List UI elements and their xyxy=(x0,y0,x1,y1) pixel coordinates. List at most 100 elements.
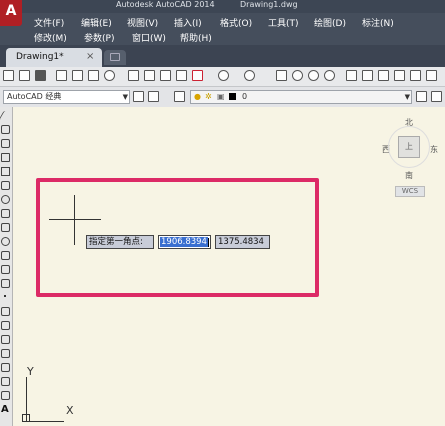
polygon-icon[interactable] xyxy=(1,153,10,162)
menu-insert[interactable]: 插入(I) xyxy=(174,16,202,29)
menu-edit[interactable]: 编辑(E) xyxy=(81,16,112,29)
rectangle-icon[interactable] xyxy=(1,167,10,176)
make-block-icon[interactable] xyxy=(1,279,10,288)
file-name: Drawing1.dwg xyxy=(240,0,298,9)
workspace-layers-toolbar: AutoCAD 经典 ▼ ● ✲ ▣ 0 ▼ xyxy=(0,87,445,108)
workspace-settings-icon[interactable] xyxy=(133,91,144,102)
open-file-icon[interactable] xyxy=(19,70,30,81)
gradient-icon[interactable] xyxy=(1,321,10,330)
sun-icon: ✲ xyxy=(205,92,212,101)
workspace-value: AutoCAD 经典 xyxy=(7,92,62,101)
standard-toolbar xyxy=(0,67,445,87)
menu-dimension[interactable]: 标注(N) xyxy=(362,16,394,29)
layer-manager-icon[interactable] xyxy=(174,91,185,102)
pan-icon[interactable] xyxy=(276,70,287,81)
sheet-set-icon[interactable] xyxy=(394,70,405,81)
save-icon[interactable] xyxy=(35,70,46,81)
chevron-down-icon: ▼ xyxy=(122,93,128,101)
menu-modify[interactable]: 修改(M) xyxy=(34,31,67,44)
table-icon[interactable] xyxy=(1,363,10,372)
menu-file[interactable]: 文件(F) xyxy=(34,16,64,29)
print-icon[interactable] xyxy=(56,70,67,81)
match-properties-icon[interactable] xyxy=(192,70,203,81)
cut-icon[interactable] xyxy=(128,70,139,81)
crosshair-cursor-vertical xyxy=(74,195,75,245)
layer-previous-icon[interactable] xyxy=(431,91,442,102)
ucs-y-label: Y xyxy=(27,365,34,378)
calculator-icon[interactable] xyxy=(426,70,437,81)
multiline-text-icon[interactable]: A xyxy=(1,405,10,415)
polyline-icon[interactable] xyxy=(1,139,10,148)
crosshair-cursor-horizontal xyxy=(49,219,101,220)
insert-block-icon[interactable] xyxy=(1,265,10,274)
publish-icon[interactable] xyxy=(88,70,99,81)
zoom-window-icon[interactable] xyxy=(308,70,319,81)
arc-icon[interactable] xyxy=(1,181,10,190)
ucs-x-axis xyxy=(26,421,64,422)
tab-drawing1[interactable]: Drawing1* × xyxy=(6,48,102,67)
point-icon[interactable] xyxy=(1,293,10,302)
ellipse-icon[interactable] xyxy=(1,237,10,246)
copy-icon[interactable] xyxy=(144,70,155,81)
new-drawing-icon xyxy=(110,53,120,61)
dynamic-input-x[interactable]: 1906.8394 xyxy=(158,235,211,249)
ucs-origin-icon xyxy=(22,414,30,422)
menu-help[interactable]: 帮助(H) xyxy=(180,31,212,44)
tool-palettes-icon[interactable] xyxy=(378,70,389,81)
lock-icon: ▣ xyxy=(217,92,225,101)
menu-window[interactable]: 窗口(W) xyxy=(132,31,166,44)
revision-cloud-icon[interactable] xyxy=(1,209,10,218)
properties-icon[interactable] xyxy=(346,70,357,81)
construction-line-icon[interactable] xyxy=(1,125,10,134)
markup-icon[interactable] xyxy=(410,70,421,81)
hatch-icon[interactable] xyxy=(1,307,10,316)
tab-close-icon[interactable]: × xyxy=(86,51,94,62)
spline-icon[interactable] xyxy=(1,223,10,232)
ellipse-arc-icon[interactable] xyxy=(1,251,10,260)
layer-value: 0 xyxy=(242,92,248,101)
region-icon[interactable] xyxy=(1,335,10,344)
design-center-icon[interactable] xyxy=(362,70,373,81)
wcs-menu[interactable]: WCS xyxy=(395,186,425,197)
customize-icon[interactable] xyxy=(148,91,159,102)
new-file-icon[interactable] xyxy=(3,70,14,81)
line-icon[interactable] xyxy=(0,111,13,120)
app-title: Autodesk AutoCAD 2014 xyxy=(116,0,215,9)
undo-icon[interactable] xyxy=(218,70,229,81)
paste-icon[interactable] xyxy=(160,70,171,81)
menu-draw[interactable]: 绘图(D) xyxy=(314,16,346,29)
wipeout-icon[interactable] xyxy=(1,349,10,358)
ucs-x-label: X xyxy=(66,404,74,417)
3d-dwf-icon[interactable] xyxy=(104,70,115,81)
bulb-icon: ● xyxy=(194,92,201,101)
viewcube-south[interactable]: 南 xyxy=(405,170,413,181)
layer-dropdown[interactable]: ● ✲ ▣ 0 ▼ xyxy=(190,90,412,104)
print-preview-icon[interactable] xyxy=(72,70,83,81)
text-caret xyxy=(208,238,209,247)
menu-bar: 文件(F) 编辑(E) 视图(V) 插入(I) 格式(O) 工具(T) 绘图(D… xyxy=(0,13,445,45)
zoom-previous-icon[interactable] xyxy=(324,70,335,81)
app-logo-icon[interactable]: A xyxy=(0,0,22,26)
viewcube-east[interactable]: 东 xyxy=(430,144,438,155)
menu-view[interactable]: 视图(V) xyxy=(127,16,158,29)
redo-icon[interactable] xyxy=(244,70,255,81)
menu-format[interactable]: 格式(O) xyxy=(220,16,252,29)
tab-drawing1-label: Drawing1* xyxy=(16,52,64,62)
workspace-dropdown[interactable]: AutoCAD 经典 ▼ xyxy=(3,90,130,104)
dynamic-input-y[interactable]: 1375.4834 xyxy=(215,235,270,249)
add-selected-icon[interactable] xyxy=(1,377,10,386)
wcs-label: WCS xyxy=(401,187,419,195)
chevron-down-icon: ▼ xyxy=(404,93,410,101)
make-current-icon[interactable] xyxy=(416,91,427,102)
document-tab-bar: Drawing1* × xyxy=(0,45,445,67)
circle-icon[interactable] xyxy=(1,195,10,204)
menu-tools[interactable]: 工具(T) xyxy=(268,16,299,29)
boundary-icon[interactable] xyxy=(1,391,10,400)
paste-special-icon[interactable] xyxy=(176,70,187,81)
x-coordinate-value: 1906.8394 xyxy=(160,237,208,247)
viewcube-compass-ring[interactable] xyxy=(388,126,430,168)
new-tab-button[interactable] xyxy=(104,50,126,65)
menu-parametric[interactable]: 参数(P) xyxy=(84,31,114,44)
zoom-realtime-icon[interactable] xyxy=(292,70,303,81)
draw-toolbar: A xyxy=(0,107,13,426)
